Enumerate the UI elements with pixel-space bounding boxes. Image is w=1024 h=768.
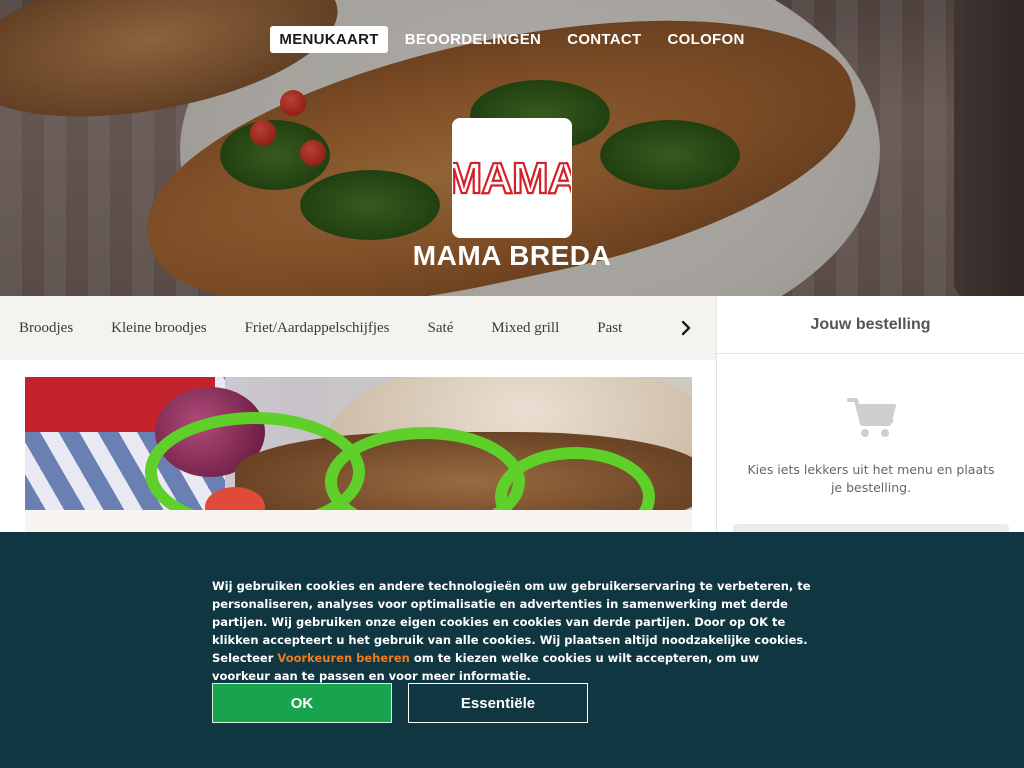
chevron-right-icon[interactable] <box>672 314 700 342</box>
nav-beoordelingen[interactable]: BEOORDELINGEN <box>396 26 550 53</box>
cookie-essential-button[interactable]: Essentiële <box>408 683 588 723</box>
category-broodjes[interactable]: Broodjes <box>0 320 92 337</box>
cookie-preferences-link[interactable]: Voorkeuren beheren <box>277 651 409 665</box>
category-friet[interactable]: Friet/Aardappelschijfjes <box>226 320 409 337</box>
order-title: Jouw bestelling <box>717 296 1024 354</box>
shopping-cart-icon <box>847 396 897 440</box>
category-bar: Broodjes Kleine broodjes Friet/Aardappel… <box>0 296 716 360</box>
category-pasta[interactable]: Past <box>578 320 641 337</box>
category-list: Broodjes Kleine broodjes Friet/Aardappel… <box>0 320 654 337</box>
nav-contact[interactable]: CONTACT <box>558 26 650 53</box>
category-kleine-broodjes[interactable]: Kleine broodjes <box>92 320 225 337</box>
hero-banner: MENUKAART BEOORDELINGEN CONTACT COLOFON … <box>0 0 1024 296</box>
cookie-banner: Wij gebruiken cookies en andere technolo… <box>0 532 1024 768</box>
cookie-text: Wij gebruiken cookies en andere technolo… <box>212 577 812 685</box>
logo-text: MAMA <box>453 154 571 203</box>
restaurant-name: MAMA BREDA <box>412 240 612 271</box>
restaurant-logo: MAMA <box>452 118 572 238</box>
cookie-ok-button[interactable]: OK <box>212 683 392 723</box>
mama-logo-graphic: MAMA <box>453 153 571 204</box>
top-navigation: MENUKAART BEOORDELINGEN CONTACT COLOFON <box>0 26 1024 53</box>
empty-order-text: Kies iets lekkers uit het menu en plaats… <box>747 462 995 495</box>
category-sate[interactable]: Saté <box>409 320 473 337</box>
nav-menukaart[interactable]: MENUKAART <box>270 26 388 53</box>
category-image <box>25 377 692 510</box>
category-mixed-grill[interactable]: Mixed grill <box>472 320 578 337</box>
nav-colofon[interactable]: COLOFON <box>659 26 754 53</box>
